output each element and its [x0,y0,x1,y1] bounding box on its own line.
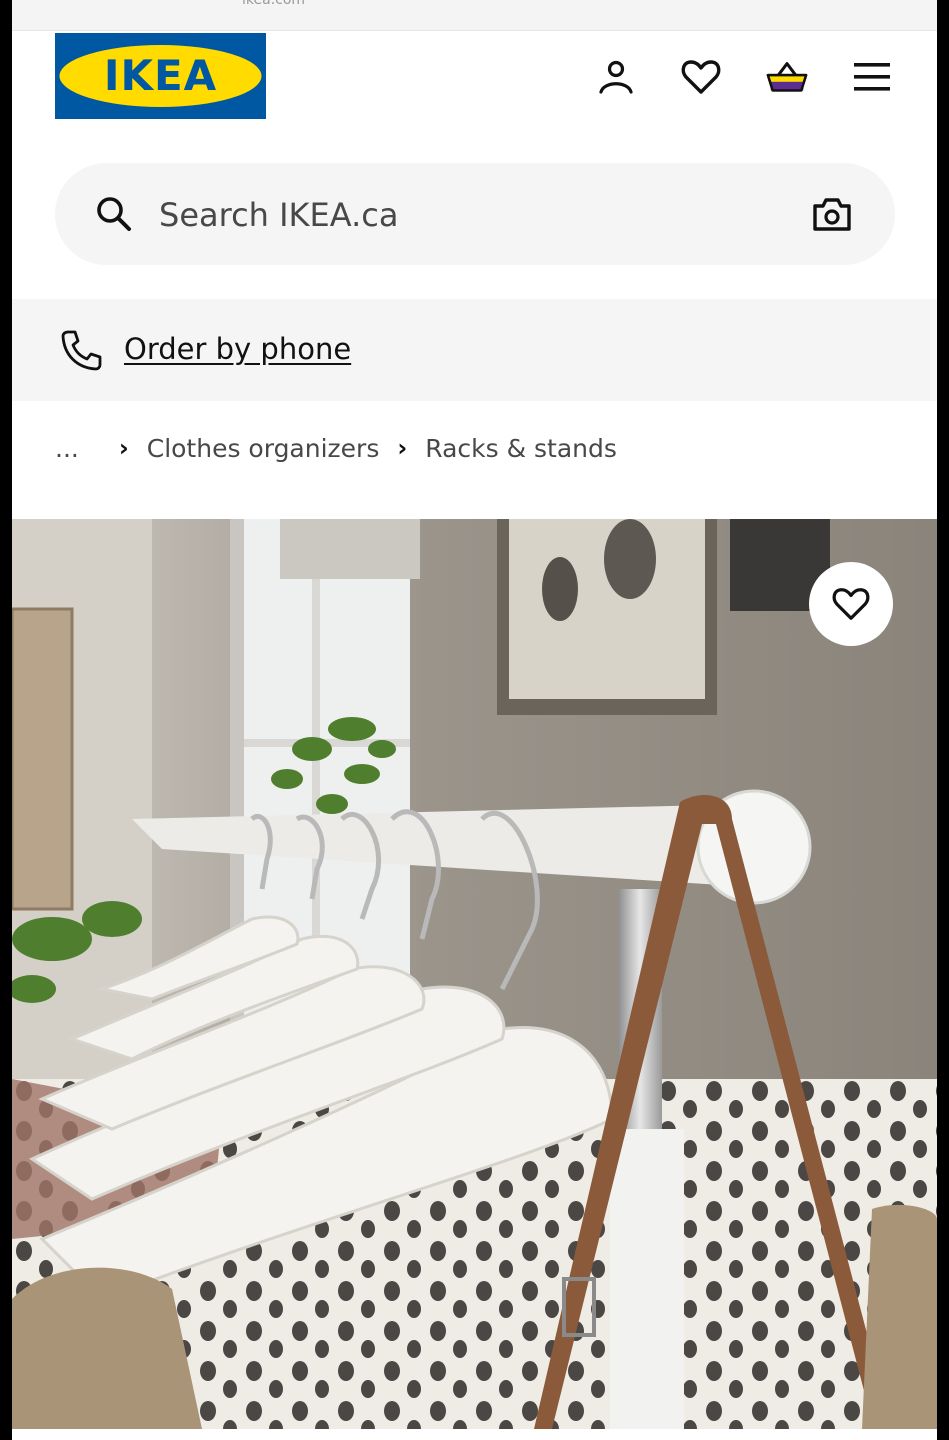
menu-icon[interactable] [850,55,894,99]
breadcrumb-item-racks-stands[interactable]: Racks & stands [425,434,617,463]
user-icon[interactable] [594,55,638,99]
camera-search-icon[interactable] [811,194,853,238]
order-by-phone-link[interactable]: Order by phone [124,329,351,369]
chevron-right-icon: › [118,434,129,462]
breadcrumb-ellipsis[interactable]: ... [55,434,79,463]
ikea-logo[interactable]: IKEA [55,33,266,119]
chevron-right-icon: › [397,434,408,462]
order-by-phone-banner: Order by phone [12,299,937,401]
cart-icon[interactable] [765,55,809,99]
phone-icon [59,329,103,375]
browser-bar: ikea.com [12,0,937,31]
heart-icon [832,588,870,620]
screen: ikea.com IKEA Search IKEA.ca Order by ph… [12,0,937,1440]
search-icon [95,195,133,237]
breadcrumb: ... › Clothes organizers › Racks & stand… [55,430,617,466]
heart-icon[interactable] [679,55,723,99]
logo-text: IKEA [104,51,217,100]
search-input[interactable]: Search IKEA.ca [159,195,398,235]
save-to-favourites-button[interactable] [809,562,893,646]
product-image[interactable] [12,519,937,1429]
search-bar[interactable]: Search IKEA.ca [55,163,895,265]
breadcrumb-item-clothes-organizers[interactable]: Clothes organizers [147,434,380,463]
browser-url[interactable]: ikea.com [242,0,305,8]
site-header: IKEA [12,31,937,131]
